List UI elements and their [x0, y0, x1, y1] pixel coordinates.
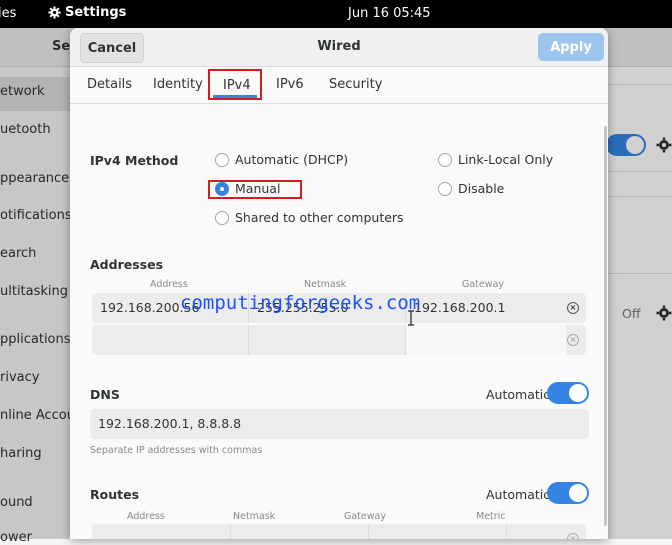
scrollbar[interactable] [604, 126, 607, 526]
radio-manual[interactable]: Manual [215, 181, 280, 196]
route-gateway-header: Gateway [344, 511, 386, 522]
dns-automatic-label: Automatic [486, 387, 551, 402]
radio-label: Automatic (DHCP) [235, 152, 349, 167]
settings-app-label: Settings [65, 5, 127, 20]
activities-button[interactable]: ies [0, 6, 16, 21]
route-metric-header: Metric [476, 511, 506, 522]
radio-label: Disable [458, 181, 505, 196]
ipv4-page: IPv4 Method Automatic (DHCP) Link-Local … [70, 104, 608, 539]
tab-ipv6[interactable]: IPv6 [276, 77, 304, 92]
delete-route-icon[interactable]: × [567, 533, 579, 539]
address-row-empty [92, 325, 586, 355]
active-tab-indicator [213, 95, 257, 98]
address-input[interactable] [92, 325, 248, 355]
tab-ipv4-label: IPv4 [223, 78, 251, 93]
dialog-header: Cancel Wired Apply [70, 28, 608, 67]
delete-address-icon[interactable]: × [567, 334, 579, 346]
radio-circle [215, 210, 229, 225]
radio-shared[interactable]: Shared to other computers [215, 210, 404, 225]
radio-label: Shared to other computers [235, 210, 404, 225]
watermark-text: computingforgeeks.com [180, 292, 421, 314]
route-netmask-header: Netmask [233, 511, 276, 522]
tab-bar: Details Identity IPv4 IPv6 Security [70, 67, 608, 104]
radio-label: Manual [235, 181, 281, 196]
radio-circle [215, 152, 229, 167]
route-address-header: Address [127, 511, 165, 522]
radio-automatic-dhcp[interactable]: Automatic (DHCP) [215, 152, 348, 167]
ipv4-method-label: IPv4 Method [90, 153, 179, 168]
divider [230, 524, 231, 539]
gear-icon [48, 6, 61, 19]
radio-label: Link-Local Only [458, 152, 554, 167]
apply-button[interactable]: Apply [538, 33, 604, 61]
radio-circle-selected [215, 181, 229, 196]
text-cursor-icon [408, 310, 414, 326]
address-column-header: Address [150, 279, 188, 290]
dns-automatic-toggle[interactable] [547, 382, 589, 404]
radio-circle [438, 152, 452, 167]
top-bar: ies Settings Jun 16 05:45 [0, 0, 672, 28]
route-row [92, 524, 586, 539]
dns-input[interactable]: 192.168.200.1, 8.8.8.8 [90, 409, 589, 439]
netmask-input[interactable] [249, 325, 405, 355]
dialog-title: Wired [317, 39, 361, 54]
tab-identity[interactable]: Identity [153, 77, 203, 92]
dns-title: DNS [90, 387, 120, 402]
radio-circle [438, 181, 452, 196]
divider [368, 524, 369, 539]
netmask-column-header: Netmask [304, 279, 347, 290]
wired-dialog: Cancel Wired Apply Details Identity IPv4… [70, 28, 608, 539]
tab-ipv4[interactable]: IPv4 [208, 69, 262, 100]
gateway-column-header: Gateway [462, 279, 504, 290]
gateway-input[interactable]: 192.168.200.1 [406, 293, 566, 323]
clock[interactable]: Jun 16 05:45 [348, 6, 431, 21]
dns-input-field: 192.168.200.1, 8.8.8.8 [90, 409, 589, 439]
radio-disable[interactable]: Disable [438, 181, 504, 196]
settings-app-menu[interactable]: Settings [48, 5, 126, 20]
dns-hint: Separate IP addresses with commas [90, 445, 263, 456]
tab-details[interactable]: Details [87, 77, 132, 92]
routes-title: Routes [90, 487, 140, 502]
divider [506, 524, 507, 539]
addresses-title: Addresses [90, 257, 164, 272]
tab-security[interactable]: Security [329, 77, 382, 92]
routes-automatic-label: Automatic [486, 487, 551, 502]
delete-address-icon[interactable]: × [567, 302, 579, 314]
routes-automatic-toggle[interactable] [547, 482, 589, 504]
radio-link-local-only[interactable]: Link-Local Only [438, 152, 553, 167]
gateway-input[interactable] [406, 325, 566, 355]
